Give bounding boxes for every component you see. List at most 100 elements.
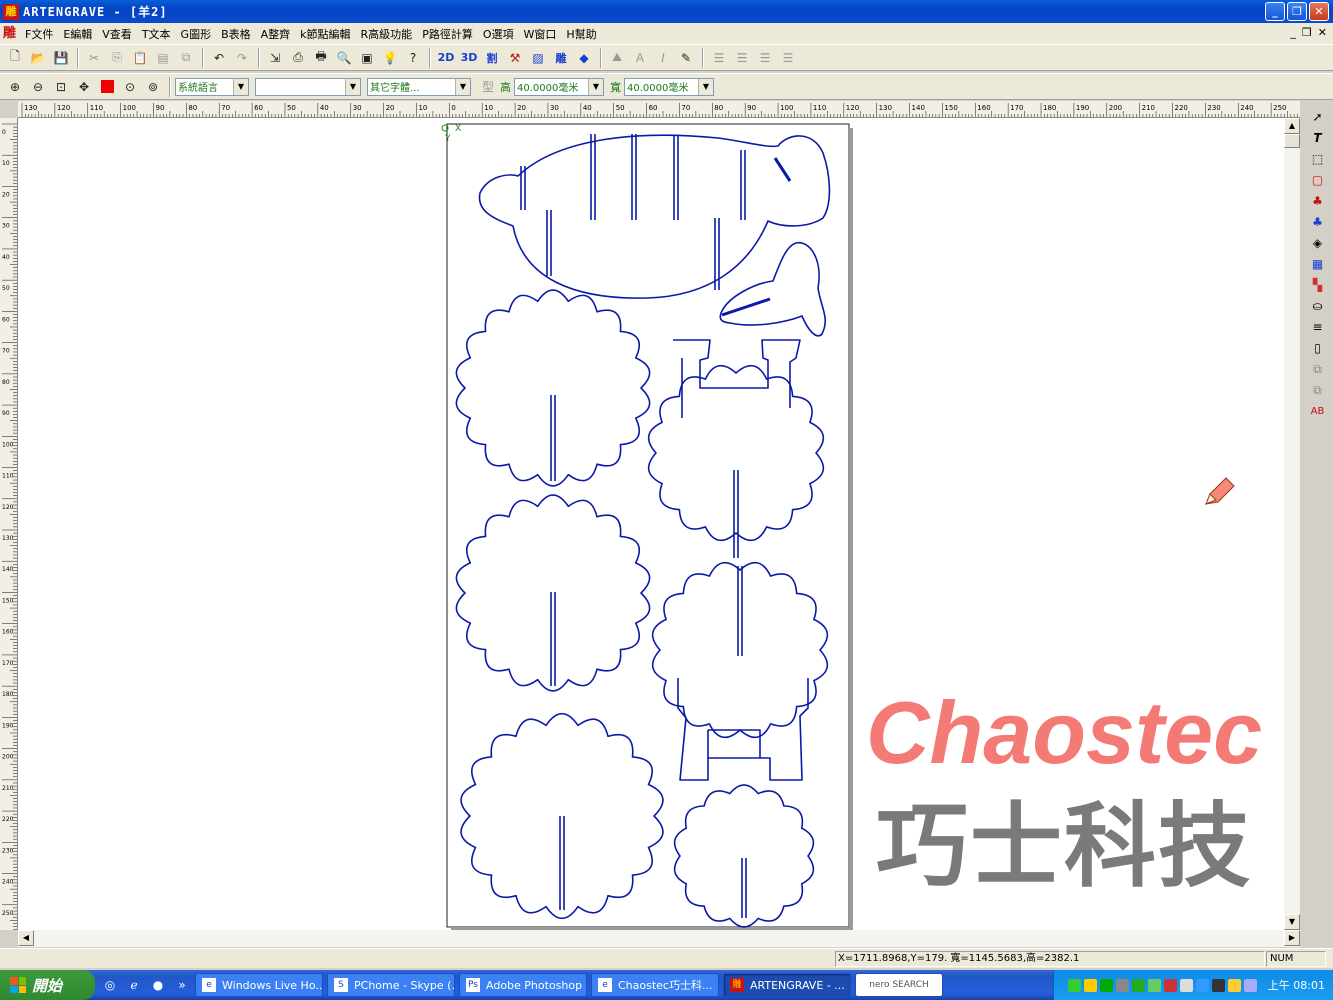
- tray-mail-icon[interactable]: [1211, 978, 1225, 992]
- scroll-up-button[interactable]: ▲: [1284, 118, 1300, 134]
- mode-3d-button[interactable]: 3D: [458, 47, 480, 69]
- text-tool-icon[interactable]: T: [1307, 128, 1329, 148]
- tray-volume-icon[interactable]: [1179, 978, 1193, 992]
- vertical-scroll-thumb[interactable]: [1284, 134, 1300, 148]
- palette-icon[interactable]: ▚: [1307, 275, 1329, 295]
- title-bar[interactable]: 雕 ARTENGRAVE - [羊2] _ ❐ ✕: [0, 0, 1333, 23]
- font-select[interactable]: ▼: [255, 77, 361, 96]
- task-windows-live[interactable]: e Windows Live Ho...: [195, 973, 323, 997]
- pan-icon[interactable]: ✥: [73, 76, 95, 98]
- minimize-button[interactable]: _: [1265, 2, 1285, 21]
- menu-window[interactable]: W窗口: [524, 26, 557, 42]
- paragraph-icon[interactable]: ≡: [1307, 317, 1329, 337]
- edit-icon[interactable]: ✎: [675, 47, 697, 69]
- copy-icon[interactable]: ⎘: [106, 47, 128, 69]
- align-center-icon[interactable]: ☰: [731, 47, 753, 69]
- tray-signal-icon[interactable]: [1099, 978, 1113, 992]
- node-edit-icon[interactable]: ⬚: [1307, 149, 1329, 169]
- menu-path-calc[interactable]: P路徑計算: [422, 26, 473, 42]
- rectangle-tool-icon[interactable]: ▢: [1307, 170, 1329, 190]
- tray-settings-icon[interactable]: [1115, 978, 1129, 992]
- horizontal-ruler[interactable]: 130 120 110 100 90 80 70 60 50 40 30 20 10 0 10 20 30 40 5…: [18, 101, 1300, 118]
- outline-color-icon[interactable]: ♣: [1307, 212, 1329, 232]
- cut-icon[interactable]: ✂: [83, 47, 105, 69]
- text-replace-icon[interactable]: AB: [1307, 401, 1329, 421]
- new-file-icon[interactable]: 🗋: [4, 47, 26, 69]
- align-right-icon[interactable]: ☰: [754, 47, 776, 69]
- zoom-in-icon[interactable]: ⊕: [4, 76, 26, 98]
- image-icon[interactable]: ⛰: [606, 47, 628, 69]
- tray-update-icon[interactable]: [1131, 978, 1145, 992]
- other-font-select[interactable]: 其它字體... ▼: [367, 77, 471, 96]
- document-logo-icon[interactable]: 雕: [3, 26, 19, 42]
- menu-options[interactable]: O選項: [483, 26, 514, 42]
- mdi-restore-button[interactable]: ❐: [1302, 26, 1312, 39]
- quicklaunch-ie-icon[interactable]: ℯ: [125, 976, 143, 994]
- quicklaunch-more-icon[interactable]: »: [173, 976, 191, 994]
- restore-button[interactable]: ❐: [1287, 2, 1307, 21]
- horizontal-scrollbar[interactable]: ◀ ▶: [18, 930, 1300, 947]
- color-fill-icon[interactable]: [96, 76, 118, 98]
- task-skype[interactable]: S PChome - Skype (...: [327, 973, 455, 997]
- hatch-icon[interactable]: ▨: [527, 47, 549, 69]
- menu-table[interactable]: B表格: [221, 26, 251, 42]
- paste-icon[interactable]: 📋: [129, 47, 151, 69]
- zoom-page-icon[interactable]: ⊙: [119, 76, 141, 98]
- bucket-fill-icon[interactable]: ⛀: [1307, 296, 1329, 316]
- start-button[interactable]: 開始: [0, 970, 95, 1000]
- save-icon[interactable]: 💾: [50, 47, 72, 69]
- export-icon[interactable]: ⎙: [287, 47, 309, 69]
- menu-graphics[interactable]: G圖形: [181, 26, 212, 42]
- table-tool-icon[interactable]: ▦: [1307, 254, 1329, 274]
- tray-antivirus-icon[interactable]: [1163, 978, 1177, 992]
- drawing-canvas[interactable]: X Y Chaostec 巧士科技: [18, 118, 1284, 930]
- text-box-icon[interactable]: A: [629, 47, 651, 69]
- fill-color-icon[interactable]: ♣: [1307, 191, 1329, 211]
- tip-icon[interactable]: 💡: [379, 47, 401, 69]
- vertical-scrollbar[interactable]: ▲ ▼: [1284, 118, 1300, 930]
- menu-advanced[interactable]: R高級功能: [361, 26, 413, 42]
- generate-icon[interactable]: ◆: [573, 47, 595, 69]
- shape-tool-icon[interactable]: ◈: [1307, 233, 1329, 253]
- page-setup-icon[interactable]: ▣: [356, 47, 378, 69]
- tray-messenger-icon[interactable]: [1147, 978, 1161, 992]
- quicklaunch-media-icon[interactable]: ●: [149, 976, 167, 994]
- type-button[interactable]: 型: [477, 76, 499, 98]
- layer-copy-icon[interactable]: ⧉: [1307, 380, 1329, 400]
- scroll-left-button[interactable]: ◀: [18, 930, 34, 946]
- page-tool-icon[interactable]: ▯: [1307, 338, 1329, 358]
- menu-align[interactable]: A整齊: [261, 26, 291, 42]
- paste-special-icon[interactable]: ▤: [152, 47, 174, 69]
- cut-mode-button[interactable]: 割: [481, 47, 503, 69]
- close-button[interactable]: ✕: [1309, 2, 1329, 21]
- nero-search-box[interactable]: nero SEARCH: [855, 973, 943, 997]
- task-photoshop[interactable]: Ps Adobe Photoshop ...: [459, 973, 587, 997]
- print-preview-icon[interactable]: 🔍: [333, 47, 355, 69]
- tray-info-icon[interactable]: [1195, 978, 1209, 992]
- redo-icon[interactable]: ↷: [231, 47, 253, 69]
- menu-file[interactable]: F文件: [25, 26, 53, 42]
- zoom-selection-icon[interactable]: ⊡: [50, 76, 72, 98]
- open-folder-icon[interactable]: 📂: [27, 47, 49, 69]
- task-artengrave[interactable]: 雕 ARTENGRAVE - ...: [723, 973, 851, 997]
- vertical-ruler[interactable]: 0 10 20 30 40 50 60 70 80 90 100 110 120 130 140 150 160…: [0, 118, 18, 930]
- undo-icon[interactable]: ↶: [208, 47, 230, 69]
- import-icon[interactable]: ⇲: [264, 47, 286, 69]
- menu-text[interactable]: T文本: [142, 26, 171, 42]
- mdi-close-button[interactable]: ✕: [1318, 26, 1327, 39]
- layer-tool-icon[interactable]: ⧉: [1307, 359, 1329, 379]
- scroll-right-button[interactable]: ▶: [1284, 930, 1300, 946]
- tray-lock-icon[interactable]: [1227, 978, 1241, 992]
- italic-icon[interactable]: I: [652, 47, 674, 69]
- menu-help[interactable]: H幫助: [566, 26, 596, 42]
- path-tool-icon[interactable]: ⚒: [504, 47, 526, 69]
- task-chaostec[interactable]: e Chaostec巧士科...: [591, 973, 719, 997]
- menu-view[interactable]: V查看: [102, 26, 132, 42]
- print-icon[interactable]: 🖶: [310, 47, 332, 69]
- language-select[interactable]: 系統語言 ▼: [175, 77, 249, 96]
- quicklaunch-explorer-icon[interactable]: ◎: [101, 976, 119, 994]
- tray-power-icon[interactable]: [1243, 978, 1257, 992]
- align-justify-icon[interactable]: ☰: [777, 47, 799, 69]
- menu-edit[interactable]: E編輯: [63, 26, 92, 42]
- tray-shield-icon[interactable]: [1083, 978, 1097, 992]
